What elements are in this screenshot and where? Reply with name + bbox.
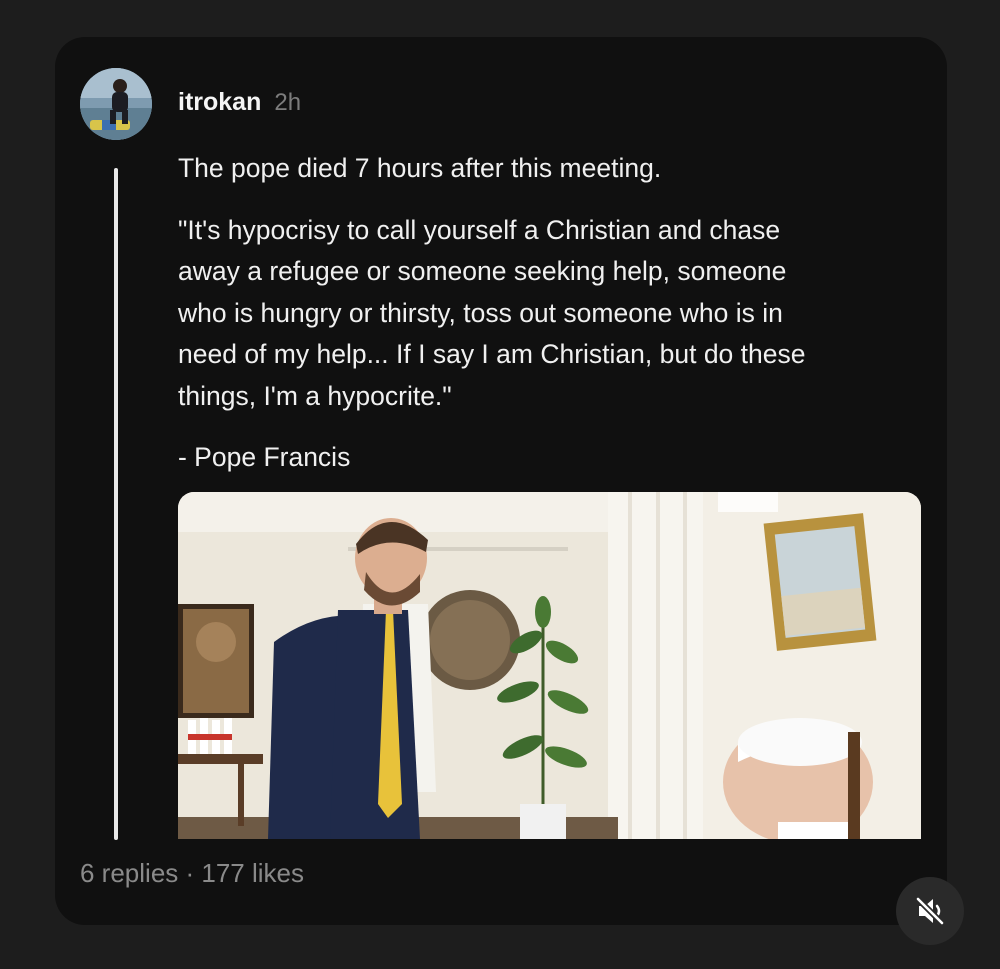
speaker-muted-icon [915,896,945,926]
post-text: The pope died 7 hours after this meeting… [178,148,918,479]
post-paragraph: "It's hypocrisy to call yourself a Chris… [178,214,806,411]
post-paragraph: - Pope Francis [178,442,351,472]
avatar-photo [80,68,152,140]
mute-button[interactable] [896,877,964,945]
post-header: itrokan 2h [178,88,301,117]
post-stats[interactable]: 6 replies · 177 likes [80,858,304,889]
thread-line [114,168,118,840]
post-paragraph: The pope died 7 hours after this meeting… [178,153,662,183]
post-image[interactable] [178,492,921,839]
meeting-photo [178,492,921,839]
username[interactable]: itrokan [178,88,261,117]
avatar[interactable] [80,68,152,140]
timestamp: 2h [274,89,302,116]
